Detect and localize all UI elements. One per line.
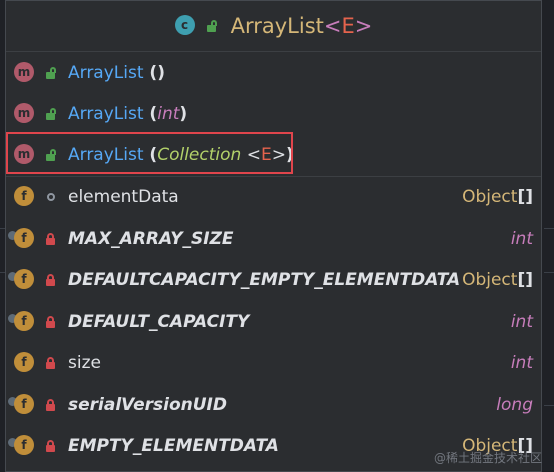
field-icon: f [8,392,38,418]
private-lock-icon [44,439,58,453]
list-item-constructor[interactable]: m ArrayList (Collection <E>) [6,135,541,177]
field-type: Object [] [462,187,533,208]
field-icon: f [8,267,38,293]
field-name: DEFAULT_CAPACITY [68,311,250,332]
watermark: @稀土掘金技术社区 [433,451,542,465]
list-item-constructor[interactable]: m ArrayList (int) [6,94,541,136]
constructor-name: ArrayList (int) [68,104,188,125]
public-lock-icon [44,66,58,80]
private-lock-icon [44,232,58,246]
field-icon: f [8,226,38,252]
field-type: Object [] [462,270,533,291]
list-item-field[interactable]: f DEFAULTCAPACITY_EMPTY_ELEMENTDATA Obje… [6,260,541,302]
structure-popup: c ArrayList<E> m ArrayList () m ArrayLis… [5,0,542,472]
method-icon: m [12,101,38,127]
public-lock-icon [44,148,58,162]
package-private-icon [44,190,58,204]
popup-header: c ArrayList<E> [6,1,541,52]
field-type: int [510,228,533,249]
field-icon: f [12,350,38,376]
field-icon: f [8,433,38,459]
field-icon: f [8,309,38,335]
private-lock-icon [44,273,58,287]
background-tick [544,272,554,273]
public-lock-icon [44,107,58,121]
method-icon: m [12,142,38,168]
background-tick [544,228,554,229]
public-lock-icon [205,19,219,33]
background-tick [544,405,554,406]
constructor-name: ArrayList (Collection <E>) [68,145,294,166]
class-icon: c [174,15,197,37]
list-item-field[interactable]: f MAX_ARRAY_SIZE int [6,218,541,260]
field-type: int [510,311,533,332]
list-item-field[interactable]: f DEFAULT_CAPACITY int [6,301,541,343]
member-list: m ArrayList () m ArrayList (int) m Array… [6,52,541,467]
field-name: MAX_ARRAY_SIZE [68,228,234,249]
list-item-constructor[interactable]: m ArrayList () [6,52,541,94]
field-icon: f [12,184,38,210]
field-name: serialVersionUID [68,394,227,415]
list-item-field[interactable]: f size int [6,343,541,385]
private-lock-icon [44,356,58,370]
list-item-field[interactable]: f serialVersionUID long [6,384,541,426]
field-name: EMPTY_ELEMENTDATA [68,436,279,457]
field-name: elementData [68,187,179,208]
private-lock-icon [44,398,58,412]
constructor-name: ArrayList () [68,62,165,83]
field-type: long [496,394,533,415]
popup-title: ArrayList<E> [230,14,373,38]
field-type: int [510,353,533,374]
method-icon: m [12,60,38,86]
list-item-field[interactable]: f elementData Object [] [6,177,541,219]
field-name: DEFAULTCAPACITY_EMPTY_ELEMENTDATA [68,270,461,291]
field-name: size [68,353,101,374]
private-lock-icon [44,315,58,329]
